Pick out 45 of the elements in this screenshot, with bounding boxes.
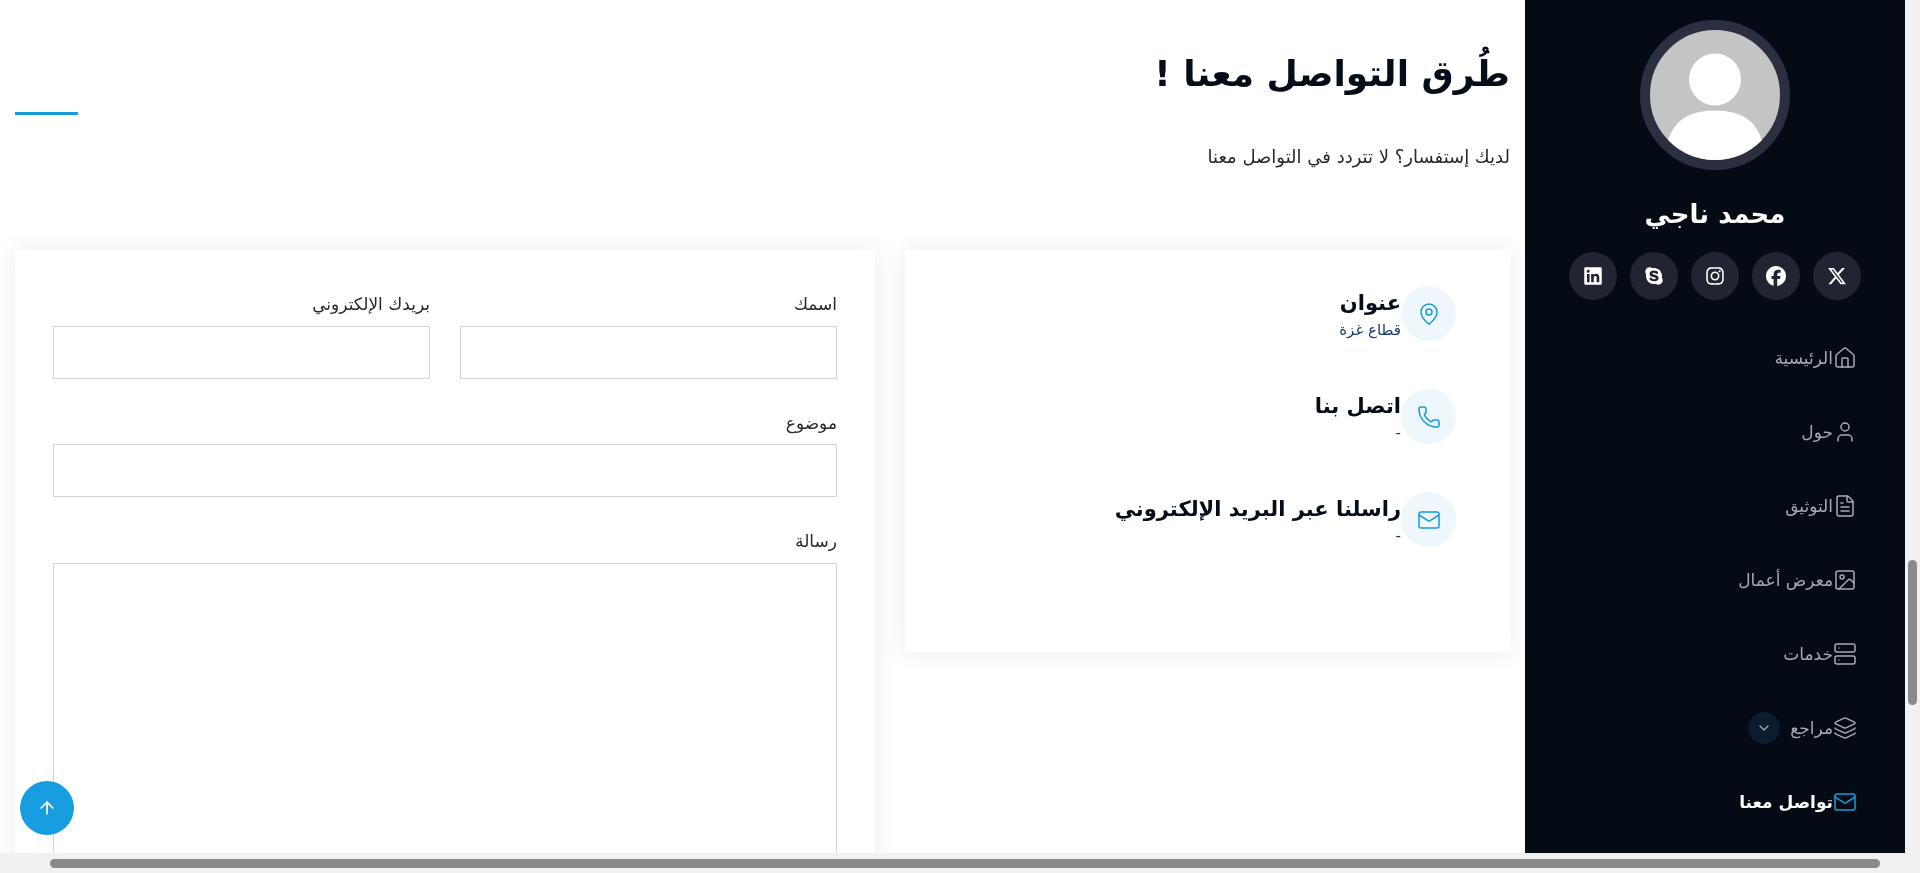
horizontal-scrollbar[interactable] <box>0 853 1920 873</box>
profile-name: محمد ناجي <box>1644 198 1786 231</box>
input-field[interactable] <box>460 325 837 379</box>
contact-value: قطاع غزة <box>1339 320 1401 341</box>
phone-icon <box>1416 404 1441 429</box>
section-subtitle: لديك إستفسار؟ لا تتردد في التواصل معنا <box>1206 145 1510 170</box>
skype-logo-icon <box>1644 266 1664 286</box>
vertical-scrollbar[interactable] <box>1905 0 1920 853</box>
nav-link[interactable]: معرض أعمال <box>1738 564 1857 596</box>
field-label: موضوع <box>784 411 837 436</box>
social-link[interactable] <box>1691 252 1739 300</box>
stacked-layers-icon <box>1833 716 1857 740</box>
instagram-logo-icon <box>1705 266 1725 286</box>
contact-value: - <box>1394 423 1401 444</box>
nav-link[interactable]: تواصل معنا <box>1739 786 1857 818</box>
nav-link[interactable]: حول <box>1801 416 1857 448</box>
nav-link[interactable]: مراجع <box>1790 712 1857 744</box>
submenu-toggle[interactable] <box>1748 712 1781 744</box>
social-link[interactable] <box>1630 252 1678 300</box>
nav-link[interactable]: خدمات <box>1783 638 1857 670</box>
field-label: بريدك الإلكتروني <box>311 293 430 317</box>
facebook-logo-icon <box>1766 266 1786 286</box>
house-icon <box>1833 346 1857 370</box>
stacked-bars-icon <box>1833 642 1857 666</box>
section-title: طُرق التواصل معنا ! <box>1154 46 1510 102</box>
social-link[interactable] <box>1813 252 1861 300</box>
field-label: رسالة <box>794 530 837 553</box>
input-field[interactable] <box>53 325 430 379</box>
linkedin-logo-icon <box>1583 266 1603 286</box>
contact-title: راسلنا عبر البريد الإلكتروني <box>1114 496 1401 523</box>
document-icon <box>1833 494 1857 518</box>
nav-link[interactable]: التوثيق <box>1785 490 1857 522</box>
social-link[interactable] <box>1569 252 1617 300</box>
input-field[interactable] <box>53 444 837 497</box>
nav-link[interactable]: الرئيسية <box>1774 342 1857 374</box>
contact-value: - <box>1394 526 1401 547</box>
envelope-icon <box>1833 790 1857 814</box>
x-logo-icon <box>1827 266 1847 286</box>
image-icon <box>1833 568 1857 592</box>
social-link[interactable] <box>1752 252 1800 300</box>
contact-title: عنوان <box>1339 290 1401 317</box>
title-underline <box>15 112 78 115</box>
message-field[interactable] <box>53 562 837 853</box>
contact-title: اتصل بنا <box>1314 393 1401 420</box>
field-label: اسمك <box>792 293 837 316</box>
